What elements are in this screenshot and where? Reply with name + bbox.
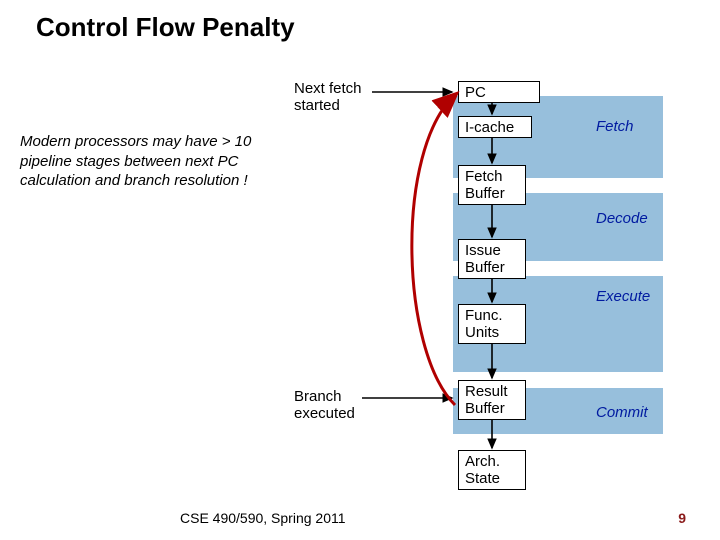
box-pc-text: PC bbox=[465, 84, 486, 101]
label-branch-executed: Branch executed bbox=[294, 388, 355, 422]
box-issue-buffer: Issue Buffer bbox=[458, 239, 526, 279]
label-next-fetch: Next fetch started bbox=[294, 80, 362, 114]
stage-commit-label: Commit bbox=[596, 404, 648, 421]
stage-fetch-label: Fetch bbox=[596, 118, 634, 135]
body-paragraph: Modern processors may have > 10 pipeline… bbox=[20, 132, 280, 191]
box-pc: PC bbox=[458, 81, 540, 103]
box-arch-state-text: Arch. State bbox=[465, 453, 500, 487]
box-func-units-text: Func. Units bbox=[465, 307, 503, 341]
stage-execute-label: Execute bbox=[596, 288, 650, 305]
slide-title: Control Flow Penalty bbox=[36, 12, 295, 43]
box-func-units: Func. Units bbox=[458, 304, 526, 344]
box-icache-text: I-cache bbox=[465, 119, 514, 136]
box-result-buffer-text: Result Buffer bbox=[465, 383, 508, 417]
box-fetch-buffer: Fetch Buffer bbox=[458, 165, 526, 205]
box-icache: I-cache bbox=[458, 116, 532, 138]
footer-page-number: 9 bbox=[678, 510, 686, 526]
box-fetch-buffer-text: Fetch Buffer bbox=[465, 168, 505, 202]
stage-decode-label: Decode bbox=[596, 210, 648, 227]
box-issue-buffer-text: Issue Buffer bbox=[465, 242, 505, 276]
box-arch-state: Arch. State bbox=[458, 450, 526, 490]
footer-course: CSE 490/590, Spring 2011 bbox=[180, 510, 346, 526]
box-result-buffer: Result Buffer bbox=[458, 380, 526, 420]
